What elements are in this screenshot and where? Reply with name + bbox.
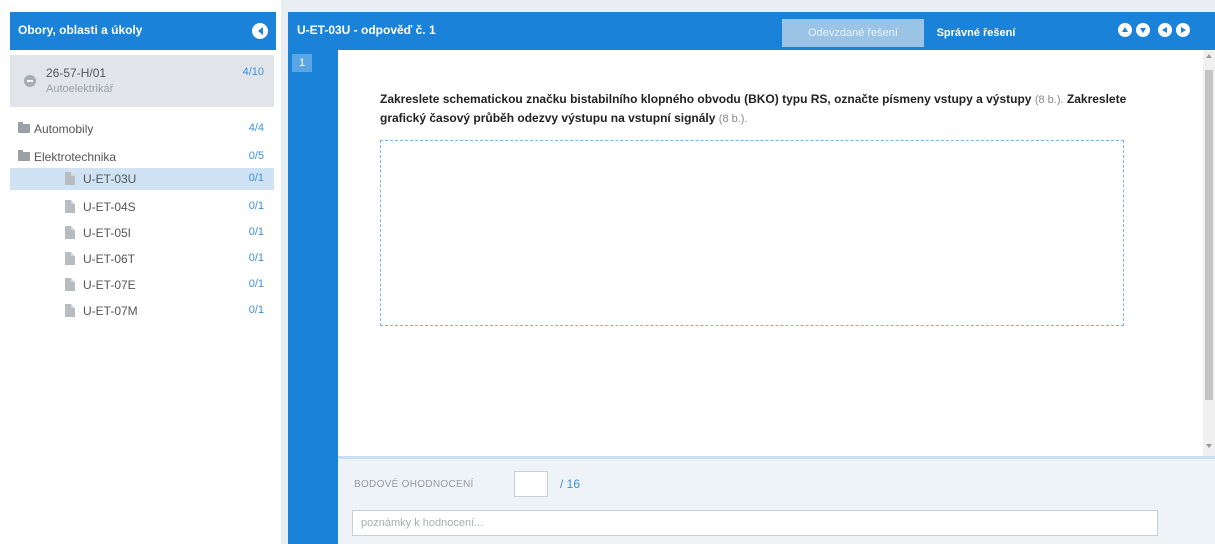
panel-splitter[interactable] <box>281 0 287 544</box>
tree-item-label: U-ET-07E <box>83 278 136 292</box>
question-points-1: (8 b.). <box>1034 94 1064 106</box>
tree-item-score: 0/1 <box>248 252 264 264</box>
question-text: Zakreslete schematickou značku bistabiln… <box>380 90 1140 128</box>
tree-item-label: U-ET-04S <box>83 200 136 214</box>
sidebar-header: Obory, oblasti a úkoly <box>10 12 276 50</box>
tree-item-label: U-ET-03U <box>83 172 137 186</box>
arrow-left-icon[interactable] <box>1158 23 1172 37</box>
document-icon <box>65 172 75 185</box>
tree-item-label: Elektrotechnika <box>34 150 117 164</box>
evaluation-panel: BODOVÉ OHODNOCENÍ / 16 <box>338 456 1215 544</box>
tree-item-score: 4/4 <box>248 122 264 134</box>
answer-number[interactable]: 1 <box>292 54 312 72</box>
document-icon <box>65 200 75 213</box>
tree-item-label: U-ET-06T <box>83 252 136 266</box>
scroll-down-icon[interactable] <box>1206 444 1212 448</box>
content-scrollbar[interactable] <box>1203 50 1215 456</box>
field-score: 4/10 <box>242 66 264 78</box>
answer-header: U-ET-03U - odpověď č. 1 Odevzdané řešení… <box>288 12 1215 50</box>
evaluation-notes-input[interactable] <box>352 510 1158 536</box>
tree-item-u-et-06t[interactable]: U-ET-06T 0/1 <box>10 248 274 270</box>
score-input[interactable] <box>514 471 548 497</box>
arrow-up-icon[interactable] <box>1118 23 1132 37</box>
folder-icon <box>18 150 30 161</box>
tree-item-score: 0/1 <box>248 304 264 316</box>
arrow-right-icon[interactable] <box>1176 23 1190 37</box>
answer-drawing-area[interactable] <box>380 140 1124 326</box>
tree-item-label: Automobily <box>34 122 94 136</box>
field-card[interactable]: 26-57-H/01 Autoelektrikář 4/10 <box>10 55 274 107</box>
scrollbar-thumb[interactable] <box>1205 70 1213 400</box>
document-icon <box>65 304 75 317</box>
tree-item-label: U-ET-07M <box>83 304 138 318</box>
arrow-down-icon[interactable] <box>1136 23 1150 37</box>
collapse-minus-icon[interactable] <box>24 75 36 87</box>
tree-item-u-et-05i[interactable]: U-ET-05I 0/1 <box>10 222 274 244</box>
collapse-sidebar-icon[interactable] <box>252 23 268 39</box>
sidebar: Obory, oblasti a úkoly 26-57-H/01 Autoel… <box>0 0 283 544</box>
tree-item-u-et-07e[interactable]: U-ET-07E 0/1 <box>10 274 274 296</box>
document-icon <box>65 278 75 291</box>
question-points-2: (8 b.). <box>718 113 748 125</box>
answer-title: U-ET-03U - odpověď č. 1 <box>297 23 436 37</box>
tree-item-automobily[interactable]: Automobily 4/4 <box>10 118 274 140</box>
tree-item-u-et-07m[interactable]: U-ET-07M 0/1 <box>10 300 274 322</box>
field-name: Autoelektrikář <box>46 83 114 95</box>
tab-submitted-solution[interactable]: Odevzdané řešení <box>782 19 924 47</box>
tree-item-elektrotechnika[interactable]: Elektrotechnika 0/5 <box>10 146 274 168</box>
score-max: / 16 <box>560 477 581 491</box>
field-code: 26-57-H/01 <box>46 66 107 80</box>
document-icon <box>65 252 75 265</box>
sidebar-title: Obory, oblasti a úkoly <box>18 23 143 37</box>
tree-item-u-et-04s[interactable]: U-ET-04S 0/1 <box>10 196 274 218</box>
answer-strip: 1 <box>288 50 338 544</box>
folder-icon <box>18 122 30 133</box>
answer-content: Zakreslete schematickou značku bistabiln… <box>338 50 1215 456</box>
tree-item-score: 0/5 <box>248 150 264 162</box>
tree-item-score: 0/1 <box>248 172 264 184</box>
tree-item-score: 0/1 <box>248 278 264 290</box>
tree-item-score: 0/1 <box>248 200 264 212</box>
scroll-up-icon[interactable] <box>1206 54 1212 58</box>
document-icon <box>65 226 75 239</box>
tree-item-u-et-03u[interactable]: U-ET-03U 0/1 <box>10 168 274 190</box>
tab-correct-solution[interactable]: Správné řešení <box>926 19 1026 47</box>
tree-item-label: U-ET-05I <box>83 226 132 240</box>
question-part-1: Zakreslete schematickou značku bistabiln… <box>380 92 1032 106</box>
tree-item-score: 0/1 <box>248 226 264 238</box>
score-label: BODOVÉ OHODNOCENÍ <box>354 479 474 490</box>
